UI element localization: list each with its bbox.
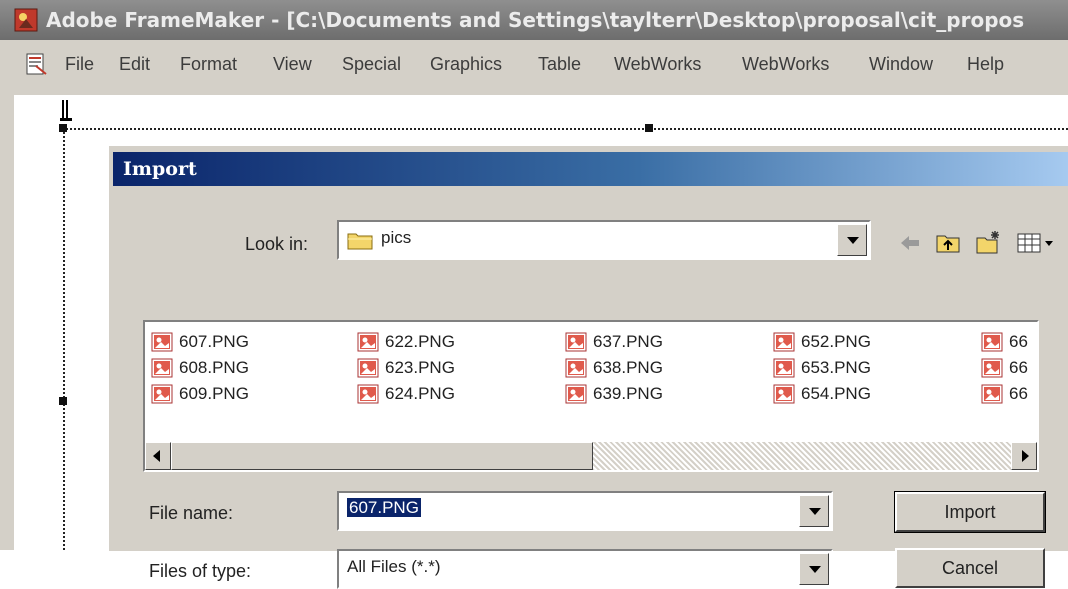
menu-table[interactable]: Table: [538, 54, 581, 75]
cancel-button[interactable]: Cancel: [895, 548, 1045, 588]
png-file-icon: [565, 332, 587, 352]
text-frame-left-border: [63, 128, 65, 550]
look-in-label: Look in:: [245, 234, 309, 254]
file-name-input[interactable]: 607.PNG: [337, 491, 833, 531]
look-in-value: pics: [381, 228, 412, 247]
png-file-icon: [565, 358, 587, 378]
png-file-icon: [773, 384, 795, 404]
window-title-bar: Adobe FrameMaker - [C:\Documents and Set…: [0, 0, 1068, 40]
frame-handle-left-middle[interactable]: [59, 397, 67, 405]
menu-format[interactable]: Format: [180, 54, 237, 75]
file-name-label: File name:: [149, 503, 234, 523]
text-frame-top-border: [63, 128, 1068, 130]
png-file-icon: [151, 384, 173, 404]
png-file-icon: [565, 384, 587, 404]
menu-bar: File Edit Format View Special Graphics T…: [0, 40, 1068, 90]
dialog-body: Look in: pics 607.PNG 622.PNG 637.PNG 65…: [123, 192, 1068, 589]
png-file-icon: [357, 358, 379, 378]
menu-graphics[interactable]: Graphics: [430, 54, 502, 75]
file-name-dropdown-arrow[interactable]: [799, 495, 829, 527]
scroll-left-button[interactable]: [145, 442, 171, 470]
import-button[interactable]: Import: [894, 491, 1046, 533]
png-file-icon: [981, 332, 1003, 352]
look-in-dropdown[interactable]: pics: [337, 220, 871, 260]
png-file-icon: [151, 358, 173, 378]
back-arrow-icon[interactable]: [897, 230, 923, 256]
framemaker-icon[interactable]: [14, 8, 38, 32]
dialog-title: Import: [123, 158, 197, 180]
up-folder-icon[interactable]: [935, 230, 961, 256]
look-in-dropdown-arrow[interactable]: [837, 224, 867, 256]
files-of-type-label: Files of type:: [149, 561, 252, 581]
png-file-icon: [773, 332, 795, 352]
png-file-icon: [151, 332, 173, 352]
file-name-value: 607.PNG: [347, 498, 421, 517]
menu-edit[interactable]: Edit: [119, 54, 150, 75]
frame-handle-top-middle[interactable]: [645, 124, 653, 132]
file-list[interactable]: 607.PNG 622.PNG 637.PNG 652.PNG 66 608.P…: [143, 320, 1039, 472]
menu-view[interactable]: View: [273, 54, 312, 75]
files-of-type-value: All Files (*.*): [347, 557, 441, 576]
frame-handle-top-left[interactable]: [59, 124, 67, 132]
png-file-icon: [773, 358, 795, 378]
folder-icon: [347, 233, 373, 250]
files-of-type-dropdown[interactable]: All Files (*.*): [337, 549, 833, 589]
menu-file[interactable]: File: [65, 54, 94, 75]
files-of-type-dropdown-arrow[interactable]: [799, 553, 829, 585]
view-menu-icon[interactable]: [1016, 230, 1056, 256]
menu-webworks-2[interactable]: WebWorks: [742, 54, 829, 75]
window-title: Adobe FrameMaker - [C:\Documents and Set…: [46, 8, 1025, 32]
png-file-icon: [981, 384, 1003, 404]
png-file-icon: [357, 384, 379, 404]
menu-special[interactable]: Special: [342, 54, 401, 75]
file-list-horizontal-scrollbar[interactable]: [145, 442, 1037, 470]
menu-webworks-1[interactable]: WebWorks: [614, 54, 701, 75]
document-frame-left: [0, 90, 14, 550]
document-icon[interactable]: [24, 52, 48, 76]
new-folder-icon[interactable]: [975, 230, 1001, 256]
text-cursor-icon: [60, 100, 72, 121]
dialog-title-bar[interactable]: Import: [113, 152, 1068, 186]
scrollbar-thumb[interactable]: [171, 442, 593, 470]
png-file-icon: [357, 332, 379, 352]
menu-window[interactable]: Window: [869, 54, 933, 75]
document-frame-top: [0, 90, 1068, 95]
scroll-right-button[interactable]: [1011, 442, 1037, 470]
png-file-icon: [981, 358, 1003, 378]
menu-help[interactable]: Help: [967, 54, 1004, 75]
import-dialog: Import Look in: pics 607.PNG 622.PNG 637…: [108, 145, 1068, 589]
